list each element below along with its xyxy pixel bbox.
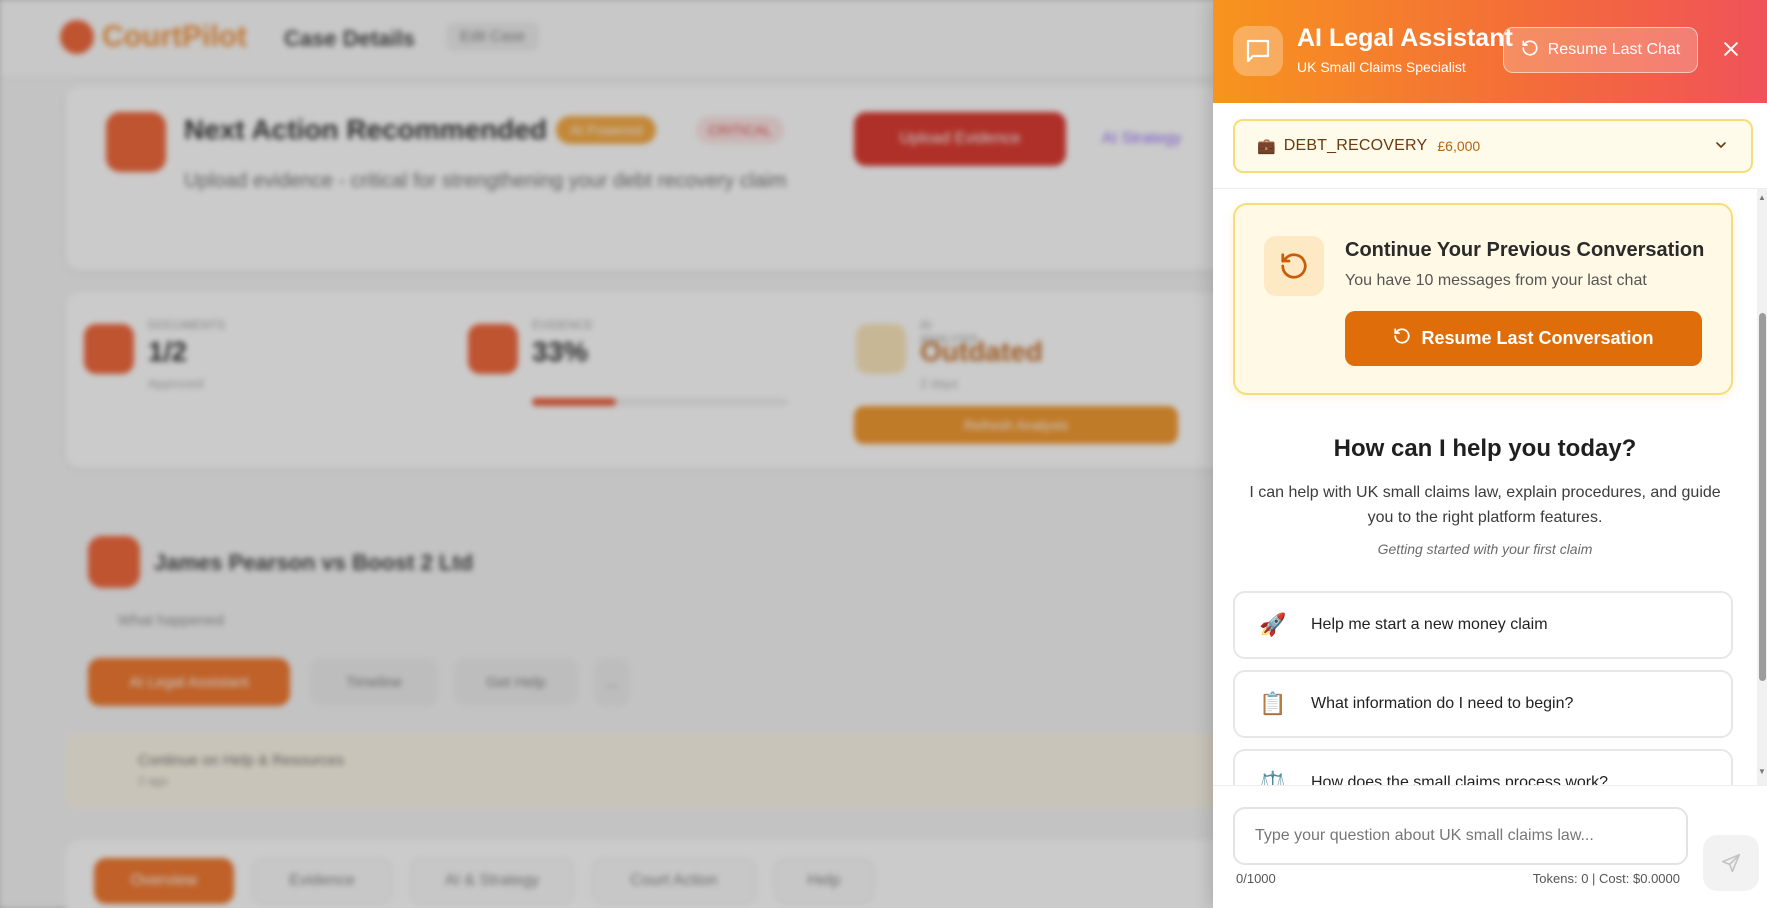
close-button[interactable] bbox=[1716, 34, 1746, 64]
resume-last-conversation-button[interactable]: Resume Last Conversation bbox=[1345, 311, 1702, 366]
suggestion-information[interactable]: 📋 What information do I need to begin? bbox=[1233, 670, 1733, 738]
case-context-bar: 💼 DEBT_RECOVERY £6,000 bbox=[1213, 103, 1767, 189]
suggestion-text: How does the small claims process work? bbox=[1311, 774, 1608, 785]
token-cost: Tokens: 0 | Cost: $0.0000 bbox=[1532, 871, 1680, 886]
chat-input[interactable] bbox=[1233, 807, 1688, 865]
suggestion-start-claim[interactable]: 🚀 Help me start a new money claim bbox=[1233, 591, 1733, 659]
ai-assistant-panel: AI Legal Assistant UK Small Claims Speci… bbox=[1213, 0, 1767, 908]
continue-conversation-card: Continue Your Previous Conversation You … bbox=[1233, 203, 1733, 395]
help-hint: Getting started with your first claim bbox=[1377, 541, 1593, 557]
chat-input-area: 0/1000 Tokens: 0 | Cost: $0.0000 bbox=[1213, 785, 1767, 908]
send-button[interactable] bbox=[1703, 835, 1759, 891]
suggestion-text: What information do I need to begin? bbox=[1311, 695, 1574, 712]
resume-last-chat-button[interactable]: Resume Last Chat bbox=[1503, 27, 1698, 73]
scroll-down-arrow-icon[interactable]: ▼ bbox=[1757, 767, 1767, 776]
rotate-ccw-icon bbox=[1264, 236, 1324, 296]
rocket-icon: 🚀 bbox=[1259, 612, 1287, 637]
case-type: DEBT_RECOVERY bbox=[1283, 137, 1428, 154]
app-root: CourtPilot Case Details Edit Case Next A… bbox=[0, 0, 1767, 908]
rotate-ccw-icon bbox=[1393, 327, 1411, 350]
briefcase-icon: 💼 bbox=[1257, 138, 1276, 155]
resume-last-conversation-label: Resume Last Conversation bbox=[1421, 328, 1654, 348]
panel-title: AI Legal Assistant bbox=[1297, 24, 1513, 52]
scales-icon: ⚖️ bbox=[1259, 770, 1287, 785]
clipboard-icon: 📋 bbox=[1259, 691, 1287, 716]
suggestion-text: Help me start a new money claim bbox=[1311, 616, 1548, 633]
chat-scroll-area[interactable]: Continue Your Previous Conversation You … bbox=[1213, 189, 1767, 785]
panel-subtitle: UK Small Claims Specialist bbox=[1297, 59, 1466, 75]
claim-amount: £6,000 bbox=[1437, 138, 1481, 154]
rotate-ccw-icon bbox=[1521, 39, 1539, 62]
close-icon bbox=[1724, 42, 1738, 56]
chat-bubble-icon bbox=[1233, 26, 1283, 76]
resume-last-chat-label: Resume Last Chat bbox=[1547, 41, 1681, 58]
scrollbar-thumb[interactable] bbox=[1759, 313, 1766, 681]
help-title: How can I help you today? bbox=[1333, 435, 1637, 462]
send-icon bbox=[1721, 853, 1741, 873]
scroll-up-arrow-icon[interactable]: ▲ bbox=[1757, 193, 1767, 202]
continue-subtitle: You have 10 messages from your last chat bbox=[1345, 272, 1647, 289]
help-description: I can help with UK small claims law, exp… bbox=[1249, 484, 1721, 526]
panel-header: AI Legal Assistant UK Small Claims Speci… bbox=[1213, 0, 1767, 103]
case-context-selector[interactable]: 💼 DEBT_RECOVERY £6,000 bbox=[1233, 119, 1753, 173]
continue-title: Continue Your Previous Conversation bbox=[1345, 239, 1705, 261]
modal-overlay[interactable] bbox=[0, 0, 1213, 908]
chevron-down-icon bbox=[1713, 137, 1729, 158]
suggestion-process[interactable]: ⚖️ How does the small claims process wor… bbox=[1233, 749, 1733, 785]
character-count: 0/1000 bbox=[1236, 871, 1276, 886]
